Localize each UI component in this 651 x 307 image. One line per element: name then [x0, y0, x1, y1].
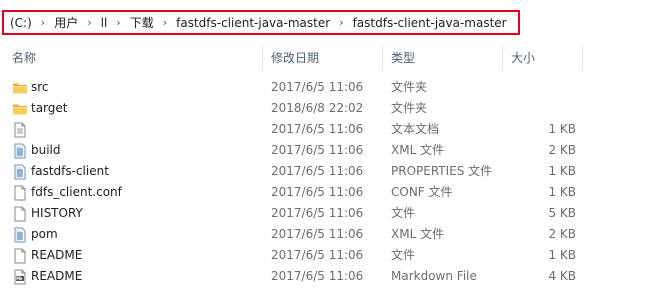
file-modified-date: 2017/6/5 11:06	[271, 227, 364, 241]
chevron-right-icon[interactable]: ›	[35, 16, 51, 29]
blank-file-icon	[12, 248, 28, 264]
markdown-file-icon	[12, 269, 28, 285]
column-header-type[interactable]: 类型	[391, 45, 415, 71]
xml-file-icon	[12, 143, 28, 159]
file-name: fastdfs-client	[31, 164, 109, 178]
chevron-right-icon[interactable]: ›	[110, 16, 126, 29]
blank-file-icon	[12, 185, 28, 201]
breadcrumb-item-downloads[interactable]: 下载	[127, 14, 157, 31]
file-row[interactable]: build 2017/6/5 11:06 XML 文件 2 KB	[0, 140, 651, 161]
text-file-icon	[12, 122, 28, 138]
file-size: 1 KB	[548, 185, 576, 199]
file-name: build	[31, 143, 61, 157]
column-divider[interactable]	[582, 45, 583, 71]
file-name: HISTORY	[31, 206, 83, 220]
column-headers: 名称 修改日期 类型 大小	[0, 45, 651, 71]
file-name: fdfs_client.conf	[31, 185, 122, 199]
breadcrumb-item-current[interactable]: fastdfs-client-java-master	[350, 16, 510, 30]
file-type: CONF 文件	[391, 185, 453, 199]
file-modified-date: 2017/6/5 11:06	[271, 122, 364, 136]
breadcrumb-item-project[interactable]: fastdfs-client-java-master	[173, 16, 333, 30]
file-row[interactable]: target 2018/6/8 22:02 文件夹	[0, 98, 651, 119]
file-type: 文件	[391, 206, 416, 220]
file-size: 2 KB	[548, 227, 576, 241]
file-row[interactable]: 2017/6/5 11:06 文本文档 1 KB	[0, 119, 651, 140]
file-row[interactable]: HISTORY 2017/6/5 11:06 文件 5 KB	[0, 203, 651, 224]
file-type: XML 文件	[391, 227, 445, 241]
properties-file-icon	[12, 164, 28, 180]
file-row[interactable]: fastdfs-client 2017/6/5 11:06 PROPERTIES 文…	[0, 161, 651, 182]
column-divider[interactable]	[382, 45, 383, 71]
file-size: 5 KB	[548, 206, 576, 220]
column-divider[interactable]	[502, 45, 503, 71]
chevron-right-icon[interactable]: ›	[157, 16, 173, 29]
file-size: 4 KB	[548, 269, 576, 283]
file-list: src 2017/6/5 11:06 文件夹 target 2018/6/8 22:02…	[0, 77, 651, 287]
file-type: 文件夹	[391, 101, 428, 115]
column-divider[interactable]	[262, 45, 263, 71]
file-name: src	[31, 80, 49, 94]
breadcrumb[interactable]: (C:) › 用户 › ll › 下载 › fastdfs-client-jav…	[2, 10, 520, 35]
file-modified-date: 2017/6/5 11:06	[271, 269, 364, 283]
column-header-size[interactable]: 大小	[511, 45, 535, 71]
file-type: PROPERTIES 文件	[391, 164, 493, 178]
file-row[interactable]: src 2017/6/5 11:06 文件夹	[0, 77, 651, 98]
file-modified-date: 2017/6/5 11:06	[271, 143, 364, 157]
file-row[interactable]: README 2017/6/5 11:06 Markdown File 4 KB	[0, 266, 651, 287]
breadcrumb-item-users[interactable]: 用户	[51, 14, 81, 31]
file-type: XML 文件	[391, 143, 445, 157]
file-type: 文件夹	[391, 80, 428, 94]
breadcrumb-drive[interactable]: (C:)	[7, 16, 35, 30]
file-modified-date: 2017/6/5 11:06	[271, 248, 364, 262]
file-modified-date: 2017/6/5 11:06	[271, 185, 364, 199]
breadcrumb-item-user[interactable]: ll	[98, 16, 111, 30]
file-size: 2 KB	[548, 143, 576, 157]
column-header-date[interactable]: 修改日期	[271, 45, 319, 71]
file-name: pom	[31, 227, 58, 241]
file-size: 1 KB	[548, 122, 576, 136]
file-row[interactable]: pom 2017/6/5 11:06 XML 文件 2 KB	[0, 224, 651, 245]
file-type: 文件	[391, 248, 416, 262]
file-name: target	[31, 101, 68, 115]
file-name: README	[31, 269, 83, 283]
file-type: Markdown File	[391, 269, 477, 283]
file-row[interactable]: fdfs_client.conf 2017/6/5 11:06 CONF 文件 1 K…	[0, 182, 651, 203]
file-row[interactable]: README 2017/6/5 11:06 文件 1 KB	[0, 245, 651, 266]
file-type: 文本文档	[391, 122, 440, 136]
file-modified-date: 2017/6/5 11:06	[271, 206, 364, 220]
xml-file-icon	[12, 227, 28, 243]
file-modified-date: 2017/6/5 11:06	[271, 164, 364, 178]
chevron-right-icon[interactable]: ›	[333, 16, 349, 29]
column-header-name[interactable]: 名称	[12, 45, 36, 71]
address-bar: (C:) › 用户 › ll › 下载 › fastdfs-client-jav…	[0, 0, 651, 45]
folder-icon	[12, 80, 28, 96]
file-size: 1 KB	[548, 164, 576, 178]
file-modified-date: 2018/6/8 22:02	[271, 101, 364, 115]
file-modified-date: 2017/6/5 11:06	[271, 80, 364, 94]
blank-file-icon	[12, 206, 28, 222]
file-name: README	[31, 248, 83, 262]
folder-icon	[12, 101, 28, 117]
file-size: 1 KB	[548, 248, 576, 262]
chevron-right-icon[interactable]: ›	[81, 16, 97, 29]
